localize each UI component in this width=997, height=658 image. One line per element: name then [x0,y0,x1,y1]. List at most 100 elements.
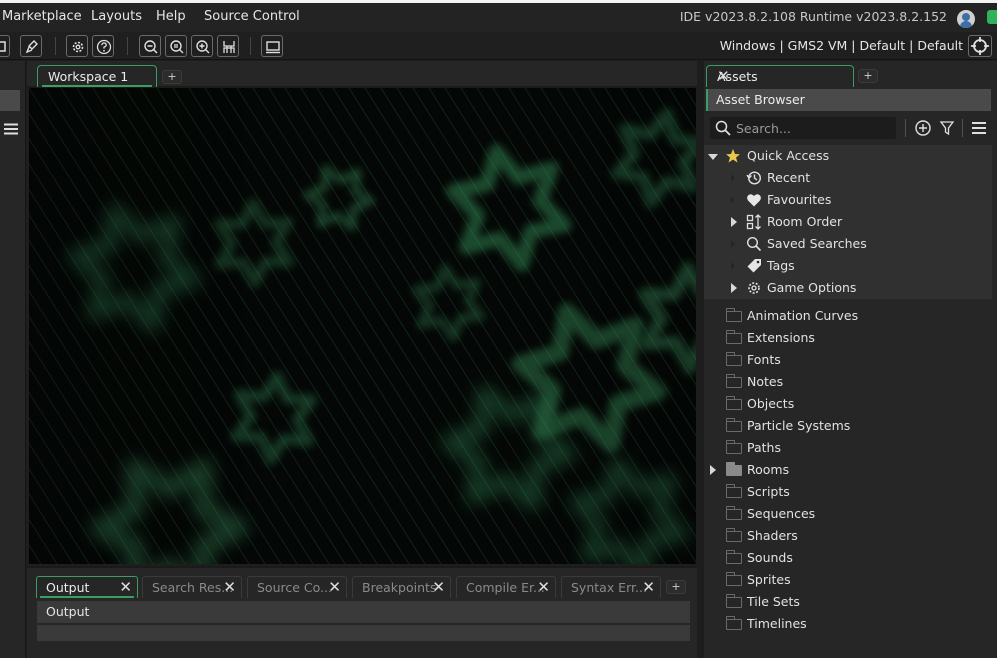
chevron-right-icon[interactable] [731,217,737,227]
folder-label: Paths [747,440,781,455]
tab-source-control[interactable]: Source Co... ✕ [247,576,347,598]
folder-label: Sprites [747,572,791,587]
menu-marketplace[interactable]: Marketplace [2,6,82,28]
add-assets-tab-button[interactable]: + [858,69,878,83]
chevron-right-icon[interactable] [710,355,716,365]
chevron-right-icon[interactable] [710,311,716,321]
add-asset-icon[interactable] [914,119,932,137]
folder-row-sounds[interactable]: Sounds [704,547,997,569]
folder-label: Sequences [747,506,816,521]
chevron-right-icon[interactable] [710,487,716,497]
help-button[interactable] [92,35,114,57]
quick-access-item-favourites[interactable]: Favourites [704,189,997,211]
close-icon[interactable]: ✕ [223,578,236,596]
history-icon [746,171,762,185]
close-icon[interactable]: ✕ [642,578,655,596]
folder-label: Notes [747,374,784,389]
menu-layouts[interactable]: Layouts [91,6,142,28]
quick-access-item-recent[interactable]: Recent [704,167,997,189]
workspace-canvas[interactable] [29,88,696,564]
close-icon[interactable]: ✕ [432,578,445,596]
target-button[interactable] [968,35,992,57]
chevron-right-icon[interactable] [731,195,737,205]
preferences-button[interactable] [66,35,88,57]
output-log[interactable] [37,625,690,641]
hamburger-menu-icon[interactable] [4,123,18,135]
tab-syntax-errors[interactable]: Syntax Err... ✕ [561,576,661,598]
chevron-right-icon[interactable] [731,283,737,293]
filter-icon[interactable] [938,119,956,137]
chevron-right-icon[interactable] [731,173,737,183]
quick-access-item-room-order[interactable]: Room Order [704,211,997,233]
window-button[interactable] [0,35,10,57]
folder-row-timelines[interactable]: Timelines [704,613,997,635]
folder-row-shaders[interactable]: Shaders [704,525,997,547]
folder-row-sequences[interactable]: Sequences [704,503,997,525]
tab-assets[interactable]: Assets ✕ [706,65,854,87]
zoom-in-button[interactable] [191,35,213,57]
folder-row-particle-systems[interactable]: Particle Systems [704,415,997,437]
asset-browser-title: Asset Browser [716,92,805,107]
quick-access-item-tags[interactable]: Tags [704,255,997,277]
folder-row-paths[interactable]: Paths [704,437,997,459]
asset-search-field[interactable] [710,117,896,139]
chevron-right-icon[interactable] [710,333,716,343]
folder-row-tile-sets[interactable]: Tile Sets [704,591,997,613]
chevron-right-icon[interactable] [710,575,716,585]
tab-compile-errors[interactable]: Compile Er... ✕ [456,576,556,598]
chevron-right-icon[interactable] [710,531,716,541]
chevron-down-icon[interactable] [708,154,718,160]
quick-access-item-saved-searches[interactable]: Saved Searches [704,233,997,255]
tab-breakpoints[interactable]: Breakpoints ✕ [352,576,451,598]
saved-searches-label: Saved Searches [767,236,867,251]
folder-row-rooms[interactable]: Rooms [704,459,997,481]
folder-icon [726,462,742,476]
search-icon [746,236,762,252]
quick-access-row[interactable]: Quick Access [704,145,997,167]
left-panel-tab[interactable] [0,90,20,111]
tab-search-results[interactable]: Search Res... ✕ [142,576,242,598]
chevron-right-icon[interactable] [710,399,716,409]
zoom-out-button[interactable] [139,35,161,57]
chevron-right-icon[interactable] [710,553,716,563]
panel-splitter[interactable] [697,61,704,658]
chevron-right-icon[interactable] [710,443,716,453]
tab-workspace-1[interactable]: Workspace 1 [37,65,157,87]
menu-help[interactable]: Help [156,6,186,28]
chevron-right-icon[interactable] [710,465,716,475]
folder-row-animation-curves[interactable]: Animation Curves [704,305,997,327]
chevron-right-icon[interactable] [710,509,716,519]
menu-source-control[interactable]: Source Control [204,6,300,28]
chevron-right-icon[interactable] [710,619,716,629]
chevron-right-icon[interactable] [731,261,737,271]
zoom-reset-button[interactable] [165,35,187,57]
close-icon[interactable]: ✕ [717,67,848,85]
add-output-tab-button[interactable]: + [666,580,686,594]
add-workspace-button[interactable]: + [162,70,182,84]
close-icon[interactable]: ✕ [537,578,550,596]
folder-label: Tile Sets [747,594,800,609]
folder-row-fonts[interactable]: Fonts [704,349,997,371]
tab-output[interactable]: Output ✕ [36,576,138,598]
folder-row-objects[interactable]: Objects [704,393,997,415]
close-icon[interactable]: ✕ [328,578,341,596]
folder-row-notes[interactable]: Notes [704,371,997,393]
chat-icon[interactable] [987,10,997,24]
folder-row-extensions[interactable]: Extensions [704,327,997,349]
folder-row-scripts[interactable]: Scripts [704,481,997,503]
clean-button[interactable] [20,35,42,57]
chevron-right-icon[interactable] [710,597,716,607]
folder-row-sprites[interactable]: Sprites [704,569,997,591]
device-button[interactable] [261,35,283,57]
target-selector[interactable]: Windows | GMS2 VM | Default | Default [720,37,963,55]
chevron-right-icon[interactable] [731,239,737,249]
output-title: Output [46,604,90,619]
chevron-right-icon[interactable] [710,377,716,387]
chevron-right-icon[interactable] [710,421,716,431]
account-icon[interactable] [957,10,975,28]
menu-icon[interactable] [970,119,988,137]
search-input[interactable] [736,119,891,137]
fit-button[interactable] [217,35,239,57]
close-icon[interactable]: ✕ [119,578,132,596]
quick-access-item-game-options[interactable]: Game Options [704,277,997,299]
